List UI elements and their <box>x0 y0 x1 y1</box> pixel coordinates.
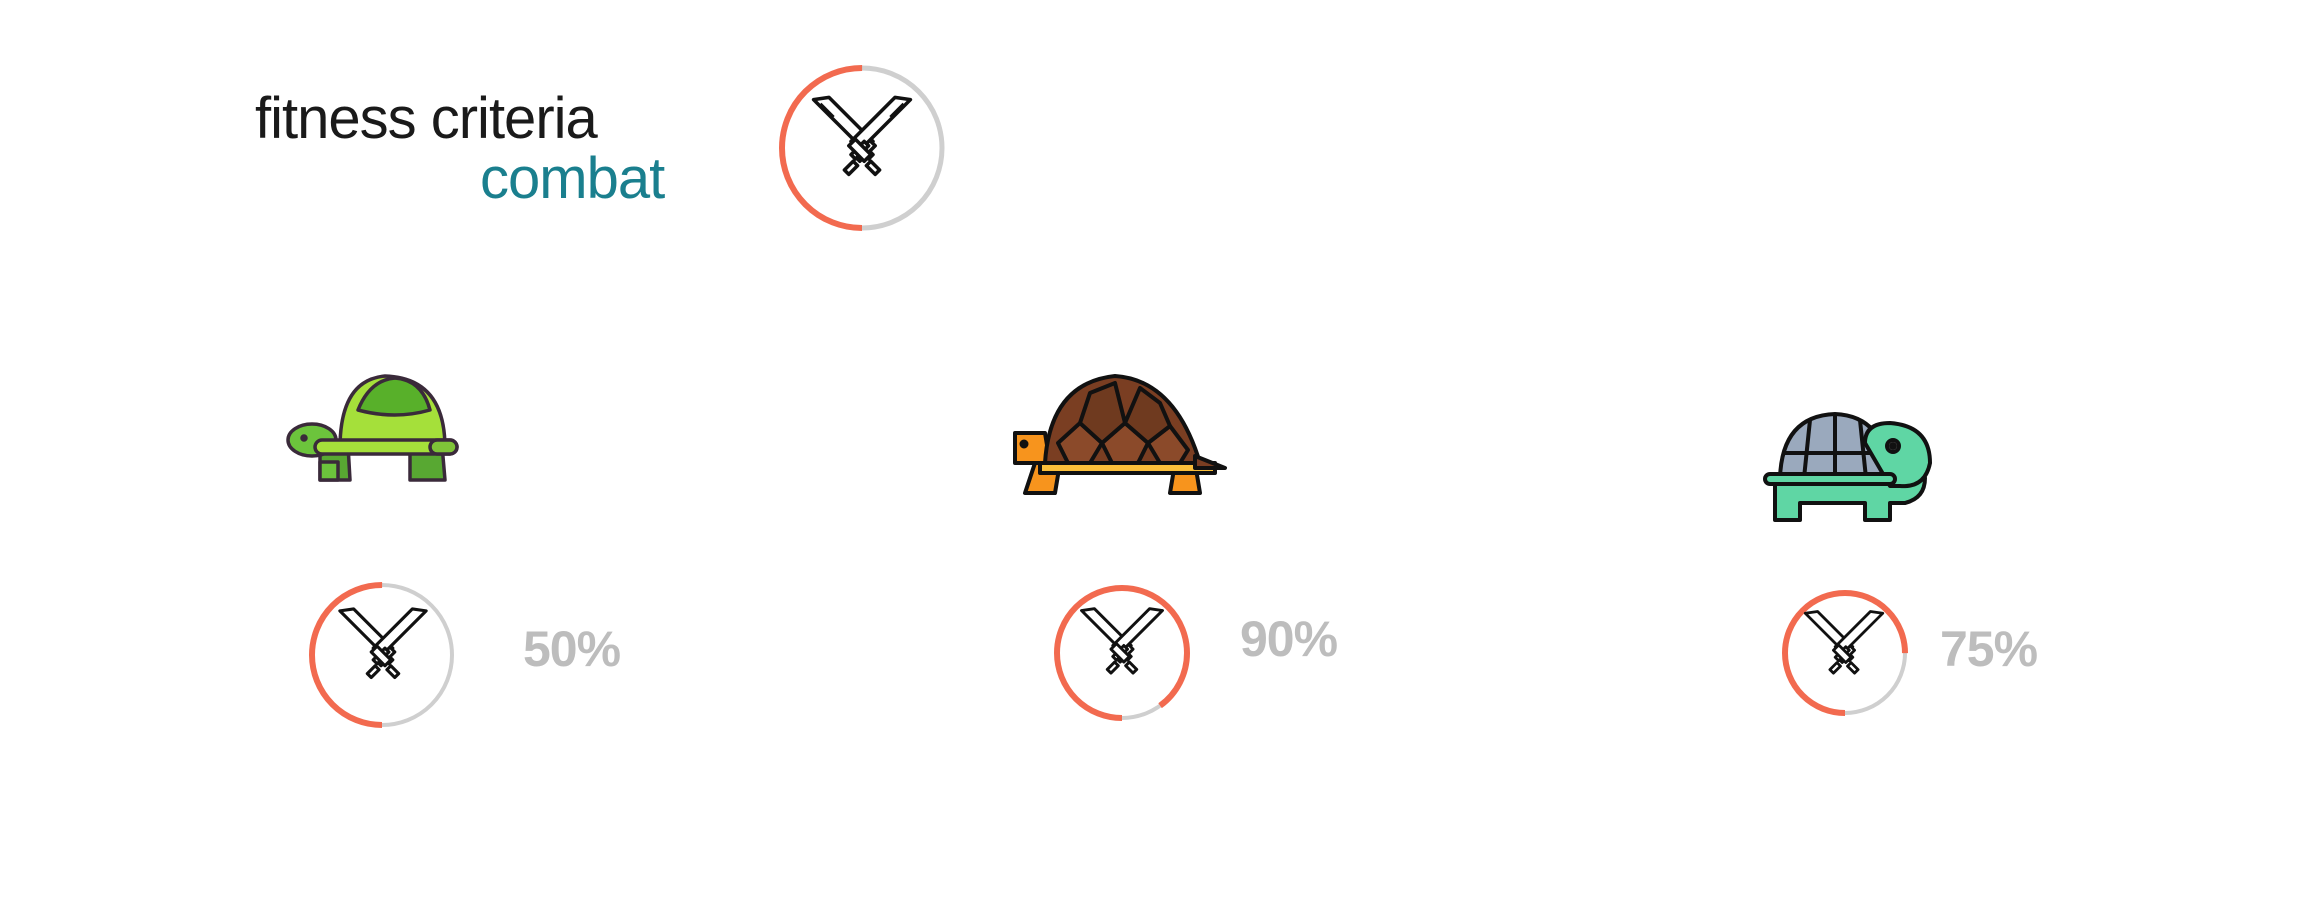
crossed-swords-icon <box>1080 607 1164 675</box>
candidate-2-progress-ring <box>1052 583 1192 723</box>
page-title: fitness criteria <box>255 86 598 151</box>
crossed-swords-icon <box>811 95 913 177</box>
candidate-2-percent: 90% <box>1240 611 1338 667</box>
candidate-1-percent: 50% <box>523 621 621 677</box>
brown-tortoise-icon <box>1010 368 1230 503</box>
criterion-progress-ring <box>777 63 947 233</box>
candidate-1-progress-ring <box>307 580 457 730</box>
crossed-swords-icon <box>1803 610 1885 675</box>
candidate-3-progress-ring <box>1780 588 1910 718</box>
page-subtitle: combat <box>480 146 665 211</box>
crossed-swords-icon <box>338 607 428 680</box>
teal-turtle-icon <box>1760 408 1935 533</box>
green-turtle-icon <box>270 370 470 495</box>
title-block: fitness criteria combat <box>255 86 695 210</box>
candidate-3-percent: 75% <box>1940 621 2038 677</box>
